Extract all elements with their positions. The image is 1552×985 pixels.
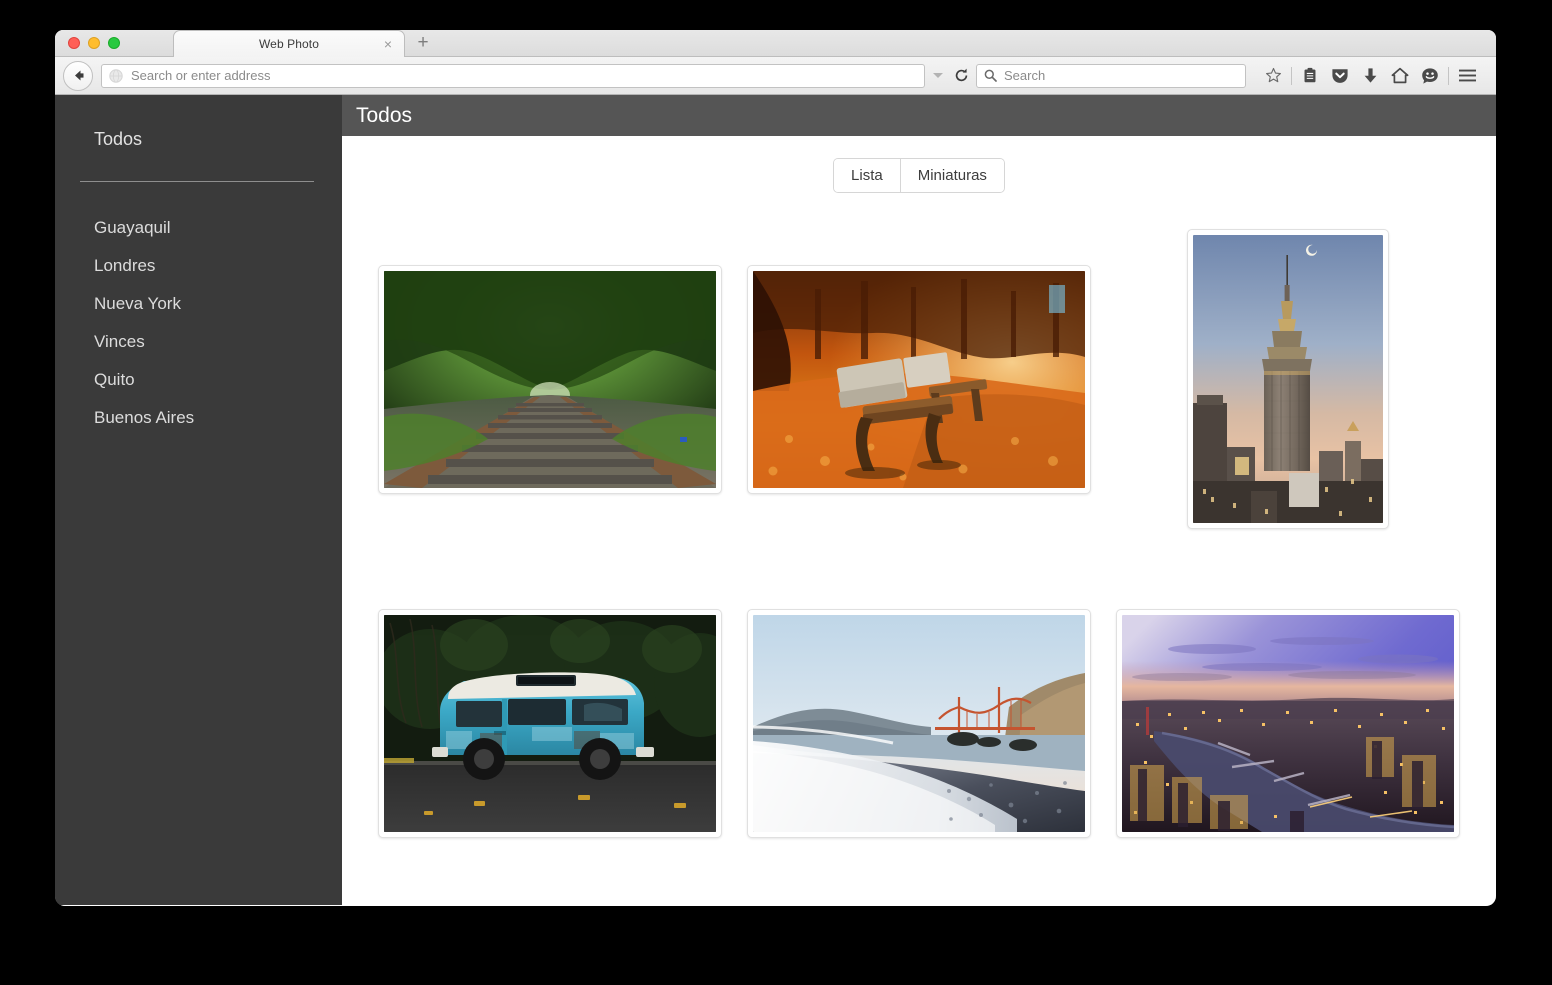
- close-tab-icon[interactable]: ×: [384, 37, 392, 51]
- sidebar-divider: [80, 181, 314, 182]
- browser-search-bar[interactable]: [976, 63, 1246, 88]
- photo-railway-forest-image: [384, 270, 717, 488]
- sidebar-item-todos[interactable]: Todos: [55, 125, 342, 154]
- photo-blue-van-image: [384, 614, 717, 832]
- browser-window: Web Photo × + Search or enter address Se…: [55, 30, 1496, 906]
- search-icon: [984, 69, 997, 82]
- toolbar-icon-group: [1258, 63, 1482, 89]
- globe-icon: [109, 68, 123, 83]
- photo-london-aerial-dusk[interactable]: [1115, 608, 1460, 838]
- photo-autumn-benches[interactable]: [746, 264, 1091, 494]
- maximize-window-button[interactable]: [108, 37, 120, 49]
- photo-baker-beach-golden-gate[interactable]: [746, 608, 1091, 838]
- close-window-button[interactable]: [68, 37, 80, 49]
- tab-miniaturas[interactable]: Miniaturas: [899, 159, 1004, 192]
- photo-london-aerial-dusk-image: [1121, 614, 1454, 832]
- page-body: Todos Guayaquil Londres Nueva York Vince…: [55, 95, 1496, 905]
- sync-smiley-icon[interactable]: [1415, 63, 1445, 89]
- toolbar-divider: [1291, 66, 1292, 85]
- sidebar-album-list: Guayaquil Londres Nueva York Vinces Quit…: [55, 209, 342, 437]
- back-button[interactable]: [63, 60, 93, 91]
- tab-lista[interactable]: Lista: [834, 159, 900, 192]
- back-arrow-icon: [74, 70, 83, 81]
- reload-button[interactable]: [953, 67, 970, 84]
- tab-bar: Web Photo × +: [55, 30, 1496, 57]
- toolbar-divider: [1448, 66, 1449, 85]
- sidebar-item-quito[interactable]: Quito: [55, 361, 342, 399]
- photo-autumn-benches-image: [752, 270, 1085, 488]
- sidebar-item-buenos-aires[interactable]: Buenos Aires: [55, 399, 342, 437]
- photo-empire-state-building[interactable]: [1186, 229, 1389, 529]
- photo-baker-beach-golden-gate-image: [752, 614, 1085, 832]
- address-bar[interactable]: [101, 63, 925, 88]
- photo-blue-van[interactable]: [378, 608, 723, 838]
- page-title: Todos: [356, 103, 413, 127]
- reload-icon: [955, 68, 968, 82]
- photo-empire-state-building-image: [1192, 235, 1383, 523]
- view-toggle-group: Lista Miniaturas: [833, 158, 1005, 193]
- photo-gallery: [342, 193, 1496, 905]
- home-icon[interactable]: [1385, 63, 1415, 89]
- downloads-arrow-icon[interactable]: [1355, 63, 1385, 89]
- sidebar-item-londres[interactable]: Londres: [55, 247, 342, 285]
- menu-hamburger-icon[interactable]: [1452, 63, 1482, 89]
- search-input[interactable]: [1004, 68, 1238, 83]
- sidebar-item-guayaquil[interactable]: Guayaquil: [55, 209, 342, 247]
- reading-list-icon[interactable]: [1295, 63, 1325, 89]
- view-toggle-row: Lista Miniaturas: [342, 136, 1496, 193]
- address-input[interactable]: [131, 68, 918, 83]
- content-header: Todos: [342, 95, 1496, 136]
- photo-railway-forest[interactable]: [378, 264, 723, 494]
- minimize-window-button[interactable]: [88, 37, 100, 49]
- new-tab-button[interactable]: +: [413, 33, 433, 54]
- chevron-down-icon[interactable]: [933, 73, 943, 78]
- sidebar-item-nueva-york[interactable]: Nueva York: [55, 285, 342, 323]
- navigation-toolbar: [55, 57, 1496, 95]
- pocket-shield-icon[interactable]: [1325, 63, 1355, 89]
- bookmark-star-icon[interactable]: [1258, 63, 1288, 89]
- content-pane: Todos Lista Miniaturas: [342, 95, 1496, 905]
- sidebar: Todos Guayaquil Londres Nueva York Vince…: [55, 95, 342, 905]
- tab-title: Web Photo: [258, 37, 320, 51]
- browser-tab[interactable]: Web Photo ×: [173, 30, 405, 57]
- sidebar-item-vinces[interactable]: Vinces: [55, 323, 342, 361]
- window-controls: [68, 37, 120, 49]
